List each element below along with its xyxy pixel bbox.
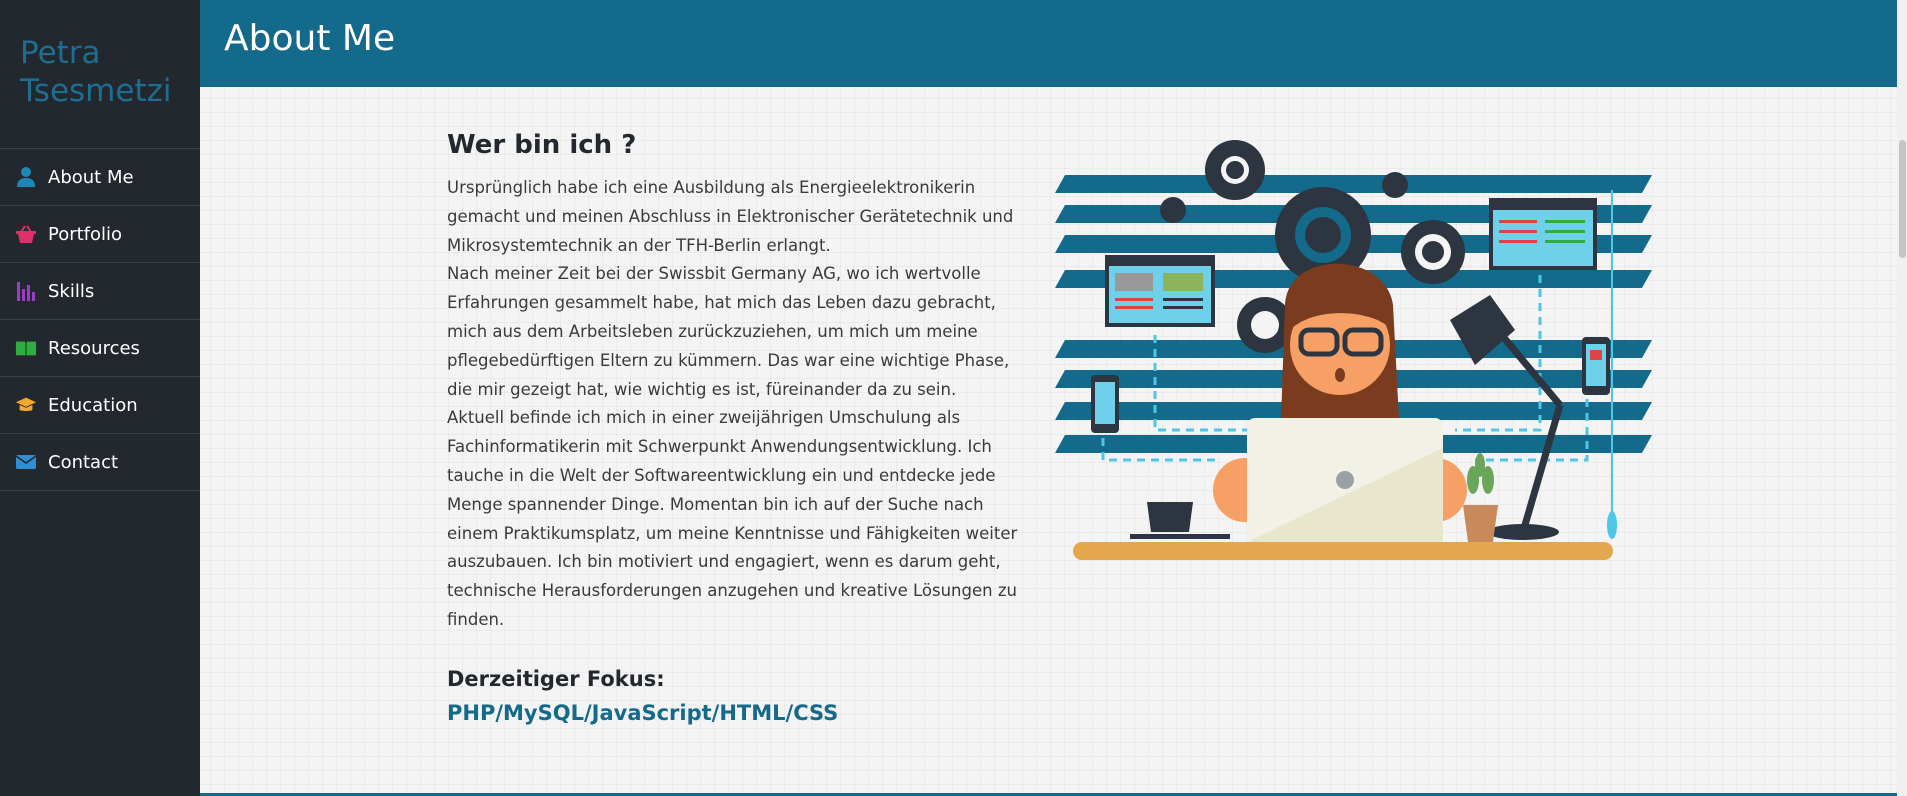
about-content: Wer bin ich ? Ursprünglich habe ich eine… bbox=[447, 130, 1027, 725]
sidebar-item-label: Resources bbox=[48, 337, 140, 359]
graduation-cap-icon bbox=[15, 394, 37, 416]
sidebar-item-education[interactable]: Education bbox=[0, 377, 200, 434]
basket-icon bbox=[15, 223, 37, 245]
sidebar-item-contact[interactable]: Contact bbox=[0, 434, 200, 491]
scrollbar-thumb[interactable] bbox=[1899, 140, 1906, 258]
sidebar-item-label: Portfolio bbox=[48, 223, 123, 245]
sidebar-item-label: Skills bbox=[48, 280, 95, 302]
user-icon bbox=[15, 166, 37, 188]
sidebar-item-label: Contact bbox=[48, 451, 119, 473]
about-paragraph: Ursprünglich habe ich eine Ausbildung al… bbox=[447, 178, 1014, 255]
book-icon bbox=[15, 337, 37, 359]
about-paragraph: Nach meiner Zeit bei der Swissbit German… bbox=[447, 264, 1010, 399]
sidebar-item-about-me[interactable]: About Me bbox=[0, 149, 200, 206]
page-header: About Me bbox=[200, 0, 1897, 87]
sidebar-nav: About Me Portfolio Skills Resources Educ… bbox=[0, 148, 200, 491]
bar-chart-icon bbox=[15, 280, 37, 302]
section-heading: Wer bin ich ? bbox=[447, 130, 637, 160]
developer-illustration bbox=[1055, 130, 1655, 580]
sidebar-item-resources[interactable]: Resources bbox=[0, 320, 200, 377]
sidebar-item-label: About Me bbox=[48, 166, 134, 188]
sidebar-item-label: Education bbox=[48, 394, 138, 416]
page-title: About Me bbox=[224, 18, 396, 59]
envelope-icon bbox=[15, 451, 37, 473]
focus-value: PHP/MySQL/JavaScript/HTML/CSS bbox=[447, 700, 839, 725]
brand-name[interactable]: Petra Tsesmetzi bbox=[20, 34, 190, 110]
sidebar-item-skills[interactable]: Skills bbox=[0, 263, 200, 320]
focus-label: Derzeitiger Fokus: bbox=[447, 666, 665, 691]
about-paragraph: Aktuell befinde ich mich in einer zweijä… bbox=[447, 408, 1018, 629]
sidebar: Petra Tsesmetzi About Me Portfolio Skill… bbox=[0, 0, 200, 796]
sidebar-item-portfolio[interactable]: Portfolio bbox=[0, 206, 200, 263]
scrollbar-track[interactable] bbox=[1897, 0, 1907, 796]
